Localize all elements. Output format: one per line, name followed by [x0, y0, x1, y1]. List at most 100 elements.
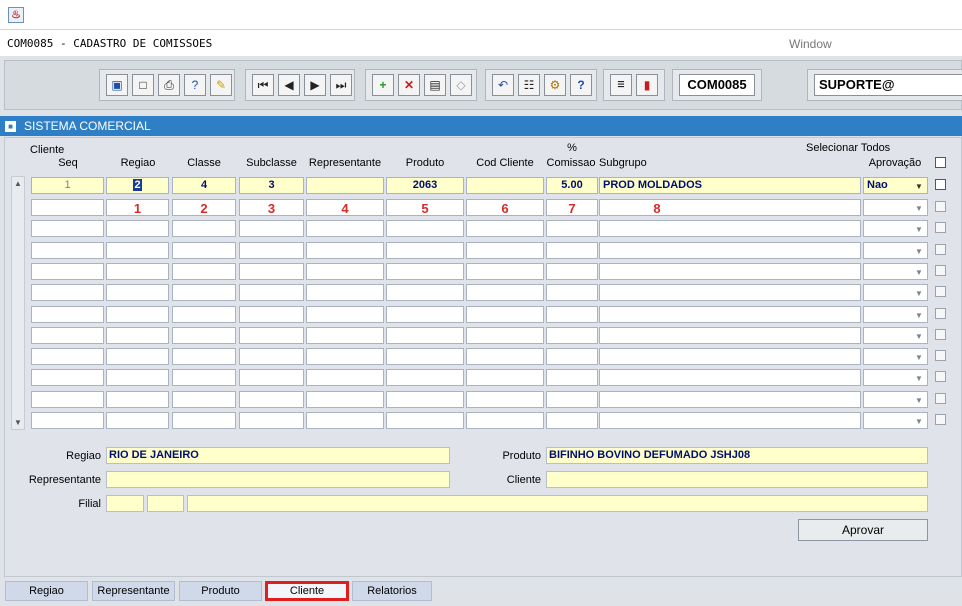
row1-representante[interactable]: [306, 177, 384, 194]
last-record-icon[interactable]: ⏭: [330, 74, 352, 96]
view-record-icon[interactable]: ▤: [424, 74, 446, 96]
row-checkbox[interactable]: [935, 414, 946, 425]
grid-cell[interactable]: [31, 305, 104, 323]
row1-checkbox[interactable]: [935, 179, 946, 190]
aprovacao-select[interactable]: ▼: [863, 262, 928, 280]
grid-cell[interactable]: [306, 284, 384, 302]
grid-cell[interactable]: [106, 241, 169, 259]
grid-cell[interactable]: [546, 241, 598, 259]
grid-cell[interactable]: [546, 390, 598, 408]
grid-cell[interactable]: [172, 284, 236, 302]
aprovacao-select[interactable]: ▼: [863, 220, 928, 238]
aprovacao-select[interactable]: ▼: [863, 305, 928, 323]
row-checkbox[interactable]: [935, 350, 946, 362]
window-icon[interactable]: □: [132, 74, 154, 96]
filial-sub-field[interactable]: [147, 495, 184, 512]
insert-record-icon[interactable]: +: [372, 74, 394, 96]
scroll-up-icon[interactable]: ▲: [14, 179, 22, 188]
chevron-down-icon[interactable]: ▼: [912, 179, 926, 193]
grid-cell[interactable]: [31, 412, 104, 429]
edit-icon[interactable]: ✎: [210, 74, 232, 96]
scroll-down-icon[interactable]: ▼: [14, 418, 22, 427]
filial-description-field[interactable]: [187, 495, 928, 512]
grid-cell[interactable]: [306, 390, 384, 408]
row1-regiao[interactable]: 2: [106, 177, 169, 194]
grid-cell[interactable]: [239, 305, 304, 323]
chevron-down-icon[interactable]: ▼: [912, 201, 926, 215]
grid-scrollbar[interactable]: ▲ ▼: [11, 176, 25, 430]
tab-relatorios[interactable]: Relatorios: [352, 581, 432, 601]
grid-cell[interactable]: [239, 284, 304, 302]
row-checkbox[interactable]: [935, 328, 946, 340]
row-checkbox[interactable]: [935, 286, 946, 298]
grid-cell[interactable]: [386, 412, 464, 429]
delete-record-icon[interactable]: ✕: [398, 74, 420, 96]
grid-cell[interactable]: [386, 390, 464, 408]
row1-subclasse[interactable]: 3: [239, 177, 304, 194]
help-query-icon[interactable]: ?: [184, 74, 206, 96]
grid-cell[interactable]: [386, 369, 464, 387]
chevron-down-icon[interactable]: ▼: [912, 329, 926, 343]
first-record-icon[interactable]: ⏮: [252, 74, 274, 96]
representante-description-field[interactable]: [106, 471, 450, 488]
chevron-down-icon[interactable]: ▼: [912, 350, 926, 364]
grid-cell[interactable]: [31, 262, 104, 280]
grid-cell[interactable]: [31, 326, 104, 344]
clear-icon[interactable]: ◇: [450, 74, 472, 96]
chevron-down-icon[interactable]: ▼: [912, 371, 926, 385]
grid-cell[interactable]: [466, 284, 544, 302]
grid-cell[interactable]: [31, 284, 104, 302]
grid-cell[interactable]: [599, 220, 861, 238]
row-checkbox[interactable]: [935, 222, 946, 234]
grid-cell[interactable]: [31, 369, 104, 387]
grid-cell[interactable]: [466, 220, 544, 238]
grid-cell[interactable]: [172, 390, 236, 408]
grid-cell[interactable]: [599, 348, 861, 366]
exit-icon[interactable]: ▮: [636, 74, 658, 96]
window-menu[interactable]: Window: [789, 37, 832, 51]
menu-icon[interactable]: ☰: [610, 74, 632, 96]
row1-comissao[interactable]: 5.00: [546, 177, 598, 194]
chevron-down-icon[interactable]: ▼: [912, 265, 926, 279]
grid-cell[interactable]: [546, 348, 598, 366]
approve-button[interactable]: Aprovar: [798, 519, 928, 541]
undo-icon[interactable]: ↶: [492, 74, 514, 96]
regiao-description-field[interactable]: RIO DE JANEIRO: [106, 447, 450, 464]
grid-cell[interactable]: [306, 241, 384, 259]
grid-cell[interactable]: [466, 326, 544, 344]
grid-cell[interactable]: [386, 305, 464, 323]
grid-cell[interactable]: [386, 326, 464, 344]
grid-cell[interactable]: [599, 326, 861, 344]
grid-cell[interactable]: [386, 284, 464, 302]
grid-cell[interactable]: [106, 369, 169, 387]
row-checkbox[interactable]: [935, 307, 946, 319]
filial-code-field[interactable]: [106, 495, 144, 512]
grid-cell[interactable]: [31, 348, 104, 366]
row-checkbox[interactable]: [935, 243, 946, 255]
grid-cell[interactable]: [239, 348, 304, 366]
grid-cell[interactable]: [239, 369, 304, 387]
row1-cod-cliente[interactable]: [466, 177, 544, 194]
produto-description-field[interactable]: BIFINHO BOVINO DEFUMADO JSHJ08: [546, 447, 928, 464]
grid-cell[interactable]: [466, 348, 544, 366]
aprovacao-select[interactable]: ▼: [863, 199, 928, 216]
row-checkbox[interactable]: [935, 392, 946, 404]
grid-cell[interactable]: [386, 348, 464, 366]
aprovacao-select[interactable]: ▼: [863, 390, 928, 408]
row1-classe[interactable]: 4: [172, 177, 236, 194]
aprovacao-select[interactable]: ▼: [863, 412, 928, 429]
grid-cell[interactable]: [306, 220, 384, 238]
grid-cell[interactable]: [466, 412, 544, 429]
row1-subgrupo[interactable]: PROD MOLDADOS: [599, 177, 861, 194]
grid-cell[interactable]: [172, 369, 236, 387]
chevron-down-icon[interactable]: ▼: [912, 414, 926, 428]
grid-cell[interactable]: [599, 262, 861, 280]
grid-cell[interactable]: [306, 326, 384, 344]
row1-seq[interactable]: 1: [31, 177, 104, 194]
grid-cell[interactable]: [599, 369, 861, 387]
tab-representante[interactable]: Representante: [92, 581, 175, 601]
grid-cell[interactable]: [172, 220, 236, 238]
row-checkbox[interactable]: [935, 371, 946, 383]
grid-cell[interactable]: [386, 262, 464, 280]
chevron-down-icon[interactable]: ▼: [912, 393, 926, 407]
